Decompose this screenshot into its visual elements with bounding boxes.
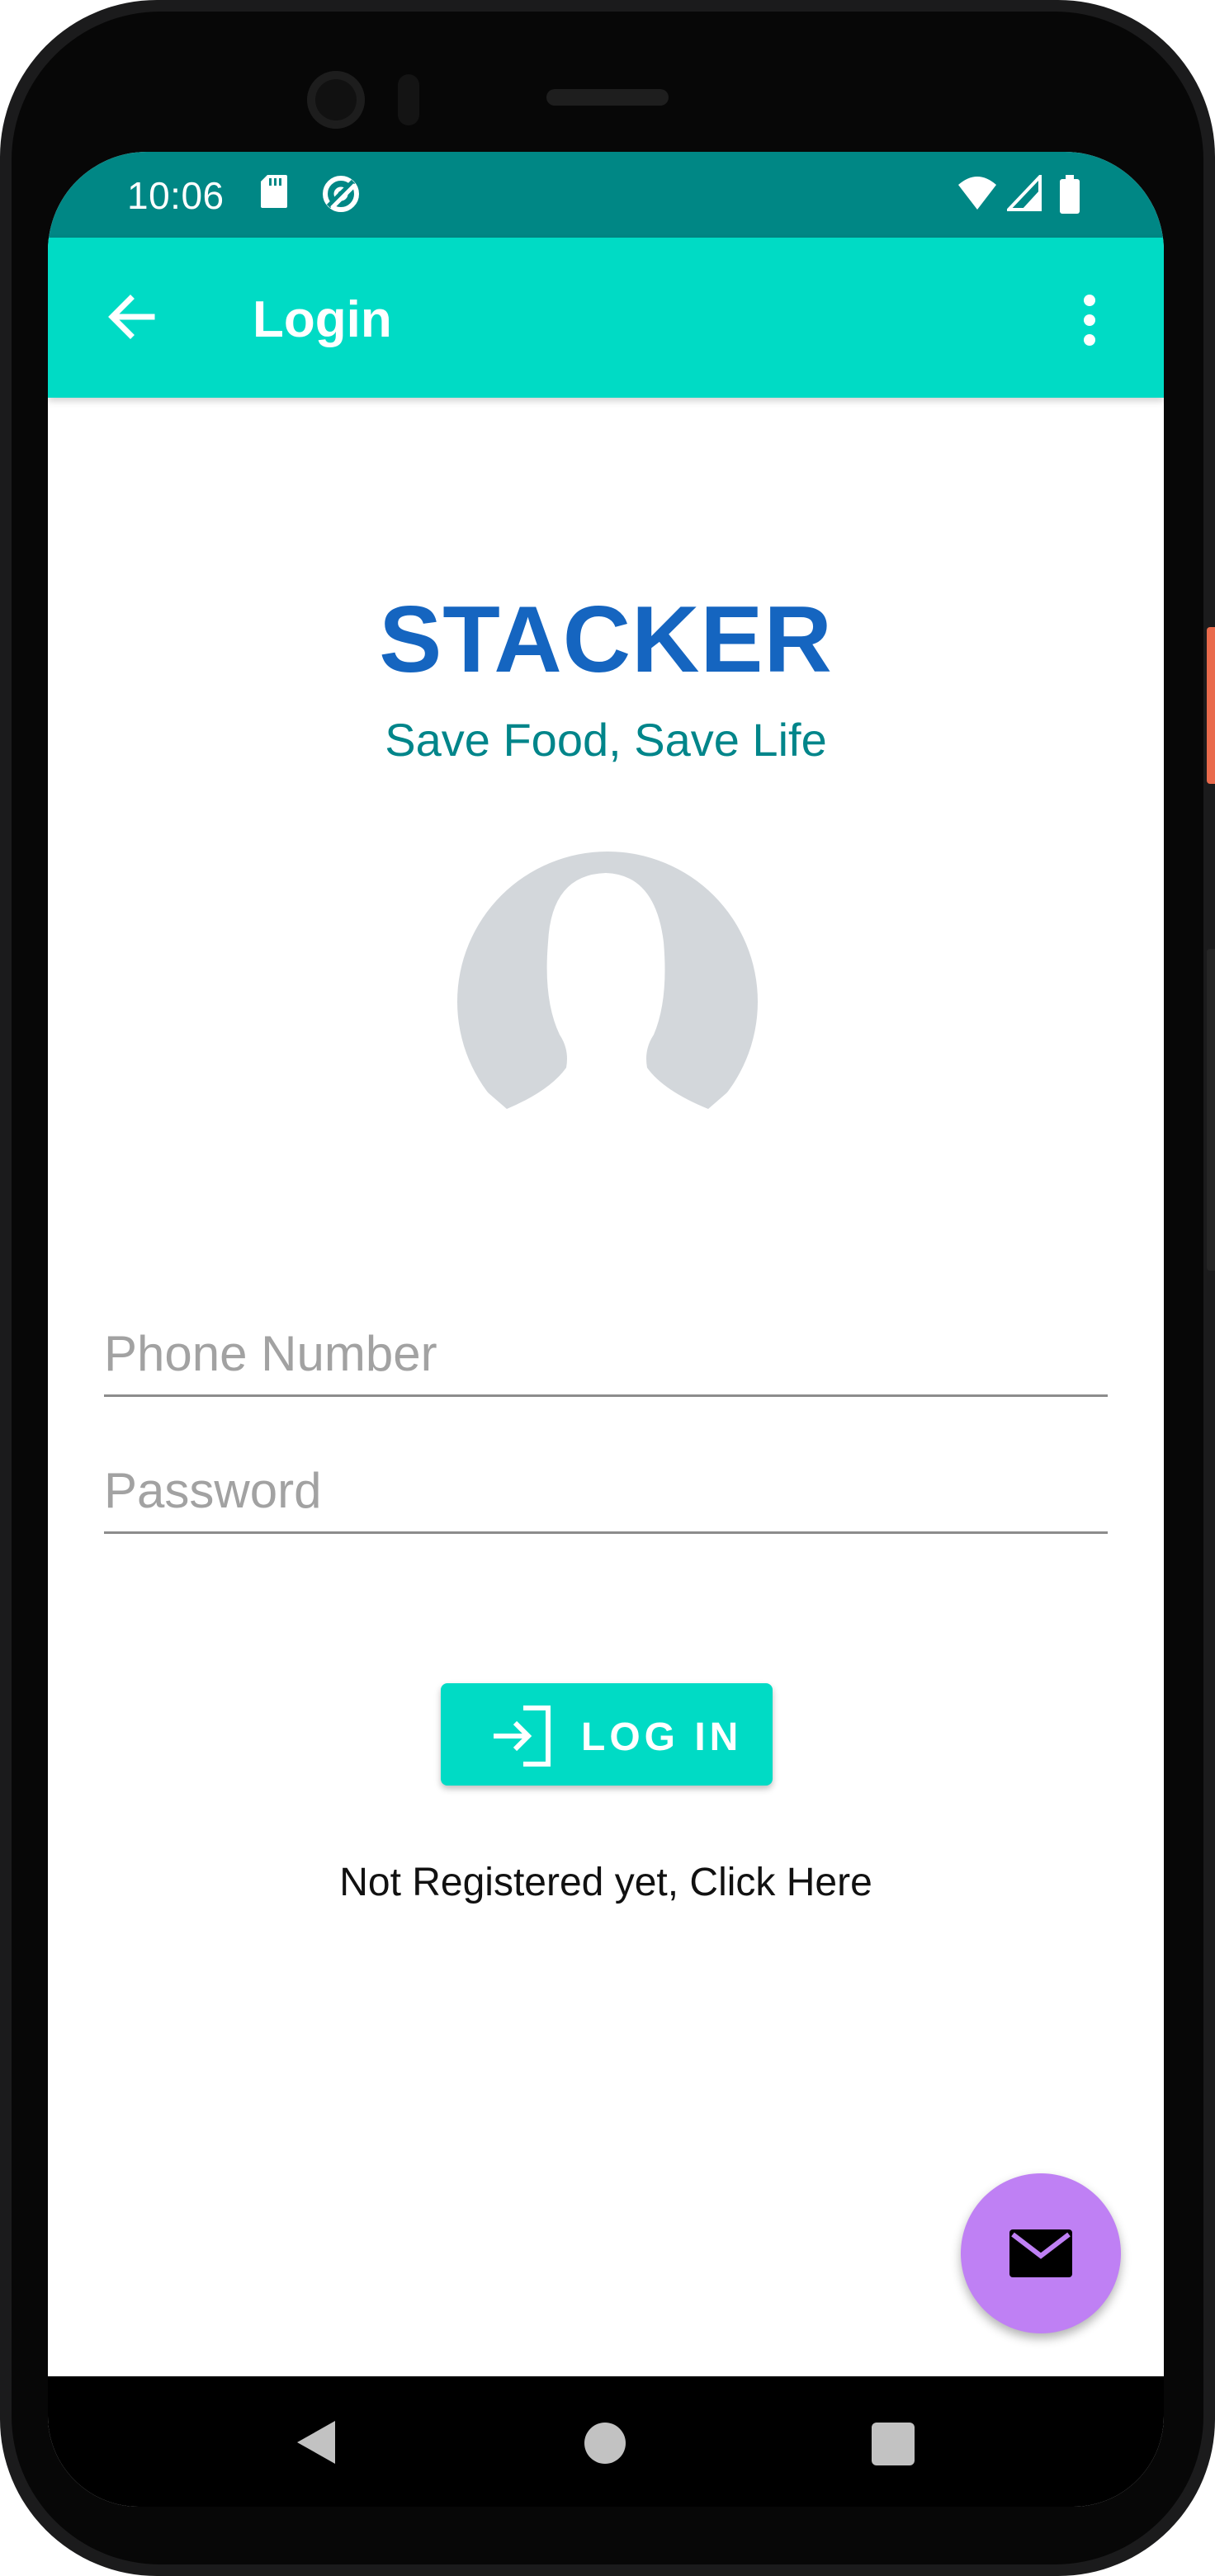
sd-card-icon [261,175,287,208]
brand-tagline: Save Food, Save Life [385,714,827,766]
status-icons-left [259,173,362,215]
brand-title: STACKER [379,587,833,692]
proximity-sensor [398,74,419,125]
person-silhouette-icon [457,852,758,1116]
phone-frame: 10:06 Login STACKER Save Food, Save Life… [0,0,1215,2576]
volume-button [1207,949,1215,1271]
status-icons-right [957,175,1081,215]
status-bar: 10:06 [48,152,1164,238]
phone-number-input[interactable] [104,1312,1108,1397]
system-nav-bar [48,2376,1164,2507]
app-bar: Login [48,238,1164,398]
nav-home-icon[interactable] [584,2423,626,2464]
nav-back-icon[interactable] [294,2418,338,2467]
nav-recents-icon[interactable] [872,2423,915,2465]
wifi-icon [958,177,997,210]
status-time: 10:06 [127,174,225,217]
login-icon [494,1706,551,1767]
mail-fab-button[interactable] [961,2173,1121,2333]
login-button-label: LOG IN [581,1715,743,1759]
front-camera [307,71,365,129]
register-link[interactable]: Not Registered yet, Click Here [48,1860,1164,1905]
battery-icon [1060,175,1080,214]
login-button[interactable]: LOG IN [441,1683,773,1786]
page-title: Login [253,291,392,348]
cell-signal-icon [1006,175,1042,211]
mail-icon [1009,2229,1072,2277]
screen: 10:06 Login STACKER Save Food, Save Life… [48,152,1164,2507]
more-vert-icon[interactable] [1057,287,1123,353]
earpiece-speaker [546,89,669,106]
arrow-back-icon[interactable] [102,287,162,347]
password-input[interactable] [104,1449,1108,1534]
data-saver-icon [323,176,360,212]
power-button [1207,627,1215,784]
